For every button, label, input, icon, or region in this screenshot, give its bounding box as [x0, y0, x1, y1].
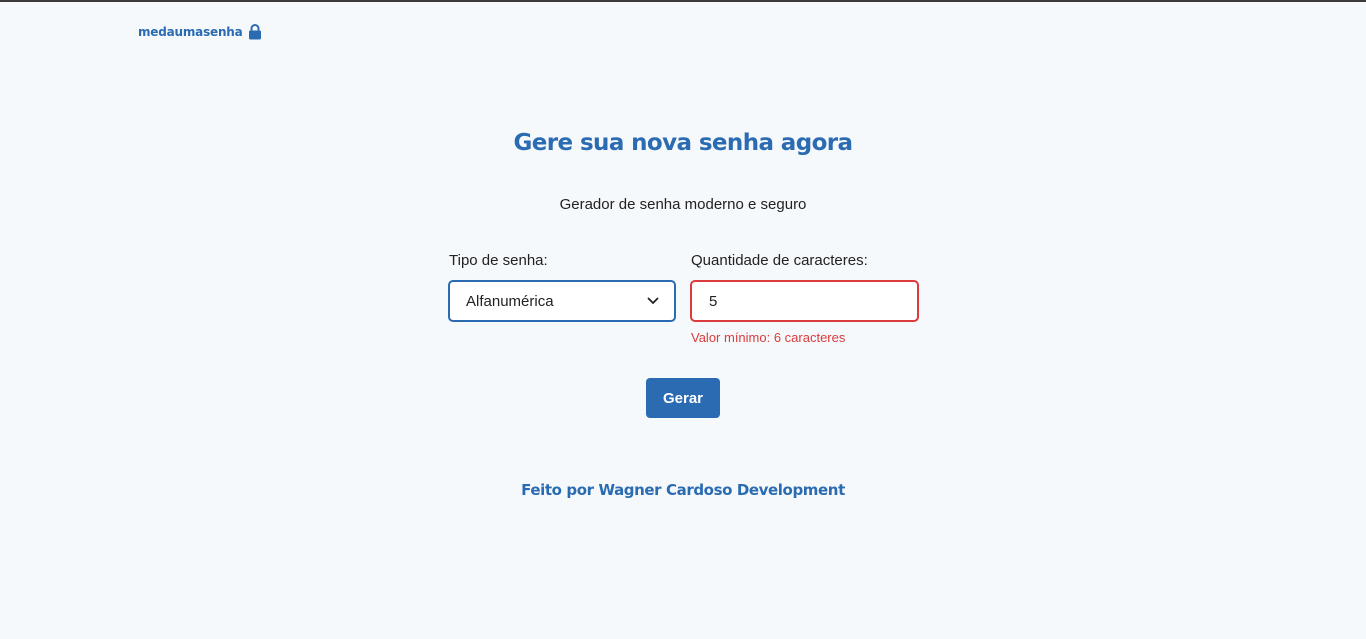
character-count-error: Valor mínimo: 6 caracteres: [691, 330, 846, 345]
brand-name: medaumasenha: [138, 25, 243, 39]
page-subtitle: Gerador de senha moderno e seguro: [559, 196, 807, 213]
character-count-label: Quantidade de caracteres:: [691, 252, 868, 269]
footer-credit: Feito por Wagner Cardoso Development: [521, 481, 845, 499]
generate-button[interactable]: Gerar: [646, 378, 720, 418]
lock-icon: [248, 24, 261, 40]
password-type-selected-value: Alfanumérica: [466, 292, 554, 310]
character-count-input[interactable]: [690, 280, 919, 322]
password-type-label: Tipo de senha:: [449, 252, 548, 269]
brand-logo[interactable]: medaumasenha: [138, 24, 262, 40]
password-type-select[interactable]: Alfanumérica: [448, 280, 676, 322]
page-title: Gere sua nova senha agora: [513, 130, 854, 156]
chevron-down-icon: [647, 297, 659, 304]
